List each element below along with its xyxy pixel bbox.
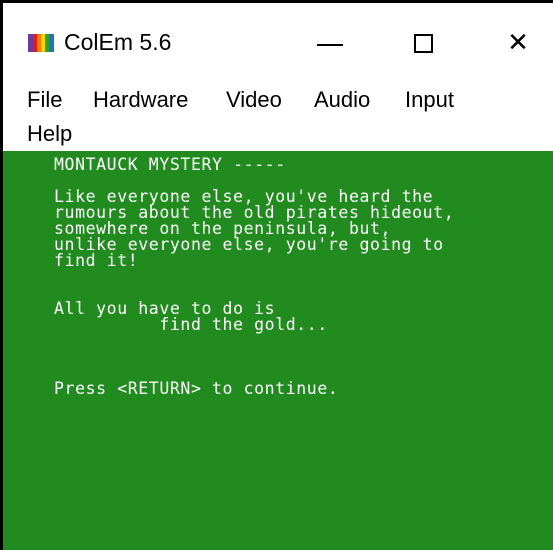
menu-audio[interactable]: Audio — [314, 87, 370, 113]
screen-text-line: find it! — [54, 251, 139, 270]
screen-prompt-line: Press <RETURN> to continue. — [54, 379, 339, 398]
window-title: ColEm 5.6 — [64, 29, 172, 55]
screen-title-line: MONTAUCK MYSTERY ----- — [54, 155, 286, 174]
emulator-screen[interactable]: MONTAUCK MYSTERY ----- Like everyone els… — [3, 151, 553, 550]
menu-help[interactable]: Help — [27, 121, 72, 147]
menu-input[interactable]: Input — [405, 87, 454, 113]
colem-window: ColEm 5.6 ✕ File Hardware Video Audio In… — [0, 0, 553, 550]
colem-app-icon — [28, 34, 54, 52]
close-button[interactable]: ✕ — [483, 13, 553, 73]
menu-video[interactable]: Video — [226, 87, 282, 113]
menu-hardware[interactable]: Hardware — [93, 87, 188, 113]
menu-bar: File Hardware Video Audio Input Help — [3, 73, 553, 149]
minimize-button[interactable] — [295, 13, 365, 73]
screen-text-line: find the gold... — [54, 315, 328, 334]
maximize-button[interactable] — [388, 13, 458, 73]
menu-file[interactable]: File — [27, 87, 62, 113]
maximize-icon — [413, 33, 433, 53]
minimize-icon — [317, 44, 343, 46]
close-icon: ✕ — [507, 28, 529, 58]
